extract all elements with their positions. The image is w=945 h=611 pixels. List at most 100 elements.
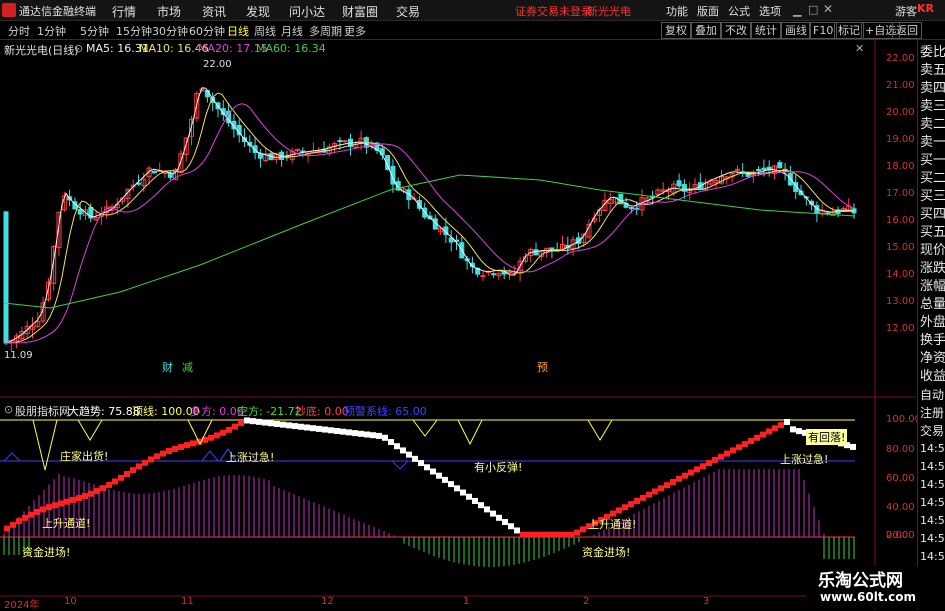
period-60min[interactable]: 60分钟 bbox=[189, 23, 225, 39]
login-status[interactable]: 证券交易未登录 bbox=[515, 3, 592, 19]
register-button[interactable]: 注册 bbox=[920, 404, 944, 422]
quote-label: 现价 bbox=[920, 243, 945, 258]
maximize-icon[interactable]: □ bbox=[808, 3, 818, 16]
candlestick bbox=[448, 229, 454, 252]
candlestick bbox=[279, 149, 285, 167]
watermark: 乐淘公式网 www.60lt.com bbox=[806, 566, 942, 608]
candlestick bbox=[766, 160, 772, 177]
period-multi[interactable]: 多周期 bbox=[309, 23, 342, 39]
quote-label: 卖二 bbox=[920, 117, 945, 132]
price-tick: 15.00 bbox=[886, 242, 915, 253]
quote-label: 涨幅 bbox=[920, 279, 945, 294]
ma60-line bbox=[3, 174, 856, 309]
close-icon[interactable]: ✕ bbox=[823, 2, 833, 16]
quote-label: 卖一 bbox=[920, 135, 945, 150]
duofang-histogram bbox=[3, 469, 825, 537]
note-shangsheng-2: 上升通道! bbox=[588, 518, 637, 531]
watermark-url: www.60lt.com bbox=[820, 590, 917, 604]
price-tick: 12.00 bbox=[886, 323, 915, 334]
candlestick bbox=[151, 170, 157, 174]
menu-jiaoyi[interactable]: 交易 bbox=[396, 3, 420, 20]
dadushi-label: 大趋势: 75.88 bbox=[68, 405, 140, 418]
btn-fanhui[interactable]: 返回 bbox=[892, 22, 922, 39]
period-daily[interactable]: 日线 bbox=[227, 23, 249, 39]
period-toolbar: 分时 1分钟 5分钟 15分钟 30分钟 60分钟 日线 周线 月线 多周期 更… bbox=[0, 21, 945, 40]
tick-time: 14:54 bbox=[920, 478, 945, 491]
trade-button[interactable]: 交易 bbox=[920, 422, 944, 440]
period-monthly[interactable]: 月线 bbox=[281, 23, 303, 39]
candlestick bbox=[777, 160, 783, 169]
app-logo-icon bbox=[2, 3, 16, 17]
candlestick bbox=[522, 252, 528, 264]
ind-tick: 100.00 bbox=[886, 414, 921, 425]
price-tick: 20.00 bbox=[886, 107, 915, 118]
tick-time: 14:54 bbox=[920, 442, 945, 455]
menu-zixun[interactable]: 资讯 bbox=[202, 3, 226, 20]
candlestick bbox=[480, 270, 486, 281]
marker-cai[interactable]: 财 bbox=[162, 359, 173, 375]
period-weekly[interactable]: 周线 bbox=[254, 23, 276, 39]
kongfang-histogram bbox=[3, 537, 855, 567]
price-tick: 14.00 bbox=[886, 269, 915, 280]
candlestick bbox=[787, 165, 793, 187]
candlestick bbox=[3, 210, 9, 346]
guest-button[interactable]: 游客 bbox=[895, 3, 917, 19]
date-tick: 2 bbox=[583, 596, 590, 607]
period-30min[interactable]: 30分钟 bbox=[152, 23, 188, 39]
chart-close-icon[interactable]: ✕ bbox=[855, 42, 864, 55]
marker-jian[interactable]: 减 bbox=[182, 359, 193, 375]
candlestick bbox=[295, 148, 300, 153]
watermark-title: 乐淘公式网 bbox=[818, 571, 903, 591]
price-tick: 19.00 bbox=[886, 134, 915, 145]
quote-label: 卖四 bbox=[920, 81, 945, 96]
candlestick bbox=[257, 148, 263, 168]
menu-caifuquan[interactable]: 财富圈 bbox=[342, 3, 378, 20]
kongfang-label: 空方: -21.72 bbox=[237, 405, 302, 418]
period-1min[interactable]: 1分钟 bbox=[37, 23, 66, 39]
date-tick: 10 bbox=[64, 596, 77, 607]
menu-bar: 通达信金融终端 行情 市场 资讯 发现 问小达 财富圈 交易 证券交易未登录 新… bbox=[0, 0, 945, 21]
quote-label: 卖三 bbox=[920, 99, 945, 114]
kr-label: KR bbox=[917, 2, 934, 15]
candlestick bbox=[703, 178, 709, 192]
chart-dropdown-icon[interactable]: ⊙ bbox=[74, 42, 83, 55]
btn-tongji[interactable]: 统计 bbox=[751, 22, 781, 39]
candlestick bbox=[607, 192, 613, 212]
period-fenshi[interactable]: 分时 bbox=[8, 23, 30, 39]
auto-button[interactable]: 自动 bbox=[920, 386, 944, 404]
candlestick bbox=[342, 139, 348, 144]
menu-wenxiaoda[interactable]: 问小达 bbox=[289, 3, 325, 20]
quote-label: 外盘 bbox=[920, 315, 945, 330]
tick-time: 14:54 bbox=[920, 460, 945, 473]
yujing-label: 预警系线: 65.00 bbox=[344, 405, 427, 418]
candlestick bbox=[528, 247, 534, 263]
trend-blocks bbox=[4, 417, 856, 538]
period-5min[interactable]: 5分钟 bbox=[80, 23, 109, 39]
menu-gongneng[interactable]: 功能 bbox=[666, 3, 688, 19]
date-tick: 1 bbox=[463, 596, 470, 607]
menu-faxian[interactable]: 发现 bbox=[246, 3, 270, 20]
btn-bugai[interactable]: 不改 bbox=[721, 22, 751, 39]
btn-biaoji[interactable]: 标记 bbox=[834, 22, 864, 39]
menu-shichang[interactable]: 市场 bbox=[157, 3, 181, 20]
ind-tick: 40.00 bbox=[886, 502, 915, 513]
tick-time: 14:54 bbox=[920, 496, 945, 509]
chart-area bbox=[0, 40, 916, 609]
tick-time: 14:55 bbox=[920, 514, 945, 527]
btn-fuquan[interactable]: 复权 bbox=[661, 22, 691, 39]
candlestick bbox=[533, 242, 539, 256]
minimize-icon[interactable]: ▁ bbox=[793, 4, 801, 17]
note-zijin-2: 资金进场! bbox=[582, 546, 631, 559]
ind-tick-zero: 0.00 bbox=[886, 530, 909, 541]
indicator-dropdown-icon[interactable]: ⊙ bbox=[4, 403, 13, 416]
marker-yu[interactable]: 预 bbox=[537, 359, 548, 375]
btn-huaxian[interactable]: 画线 bbox=[781, 22, 811, 39]
menu-gongshi[interactable]: 公式 bbox=[728, 3, 750, 19]
period-more[interactable]: 更多 bbox=[344, 23, 366, 39]
menu-banmian[interactable]: 版面 bbox=[697, 3, 719, 19]
menu-hangqing[interactable]: 行情 bbox=[112, 3, 136, 20]
btn-diejia[interactable]: 叠加 bbox=[691, 22, 721, 39]
menu-xuanxiang[interactable]: 选项 bbox=[759, 3, 781, 19]
note-zhuangjia: 庄家出货! bbox=[60, 450, 109, 463]
period-15min[interactable]: 15分钟 bbox=[116, 23, 152, 39]
